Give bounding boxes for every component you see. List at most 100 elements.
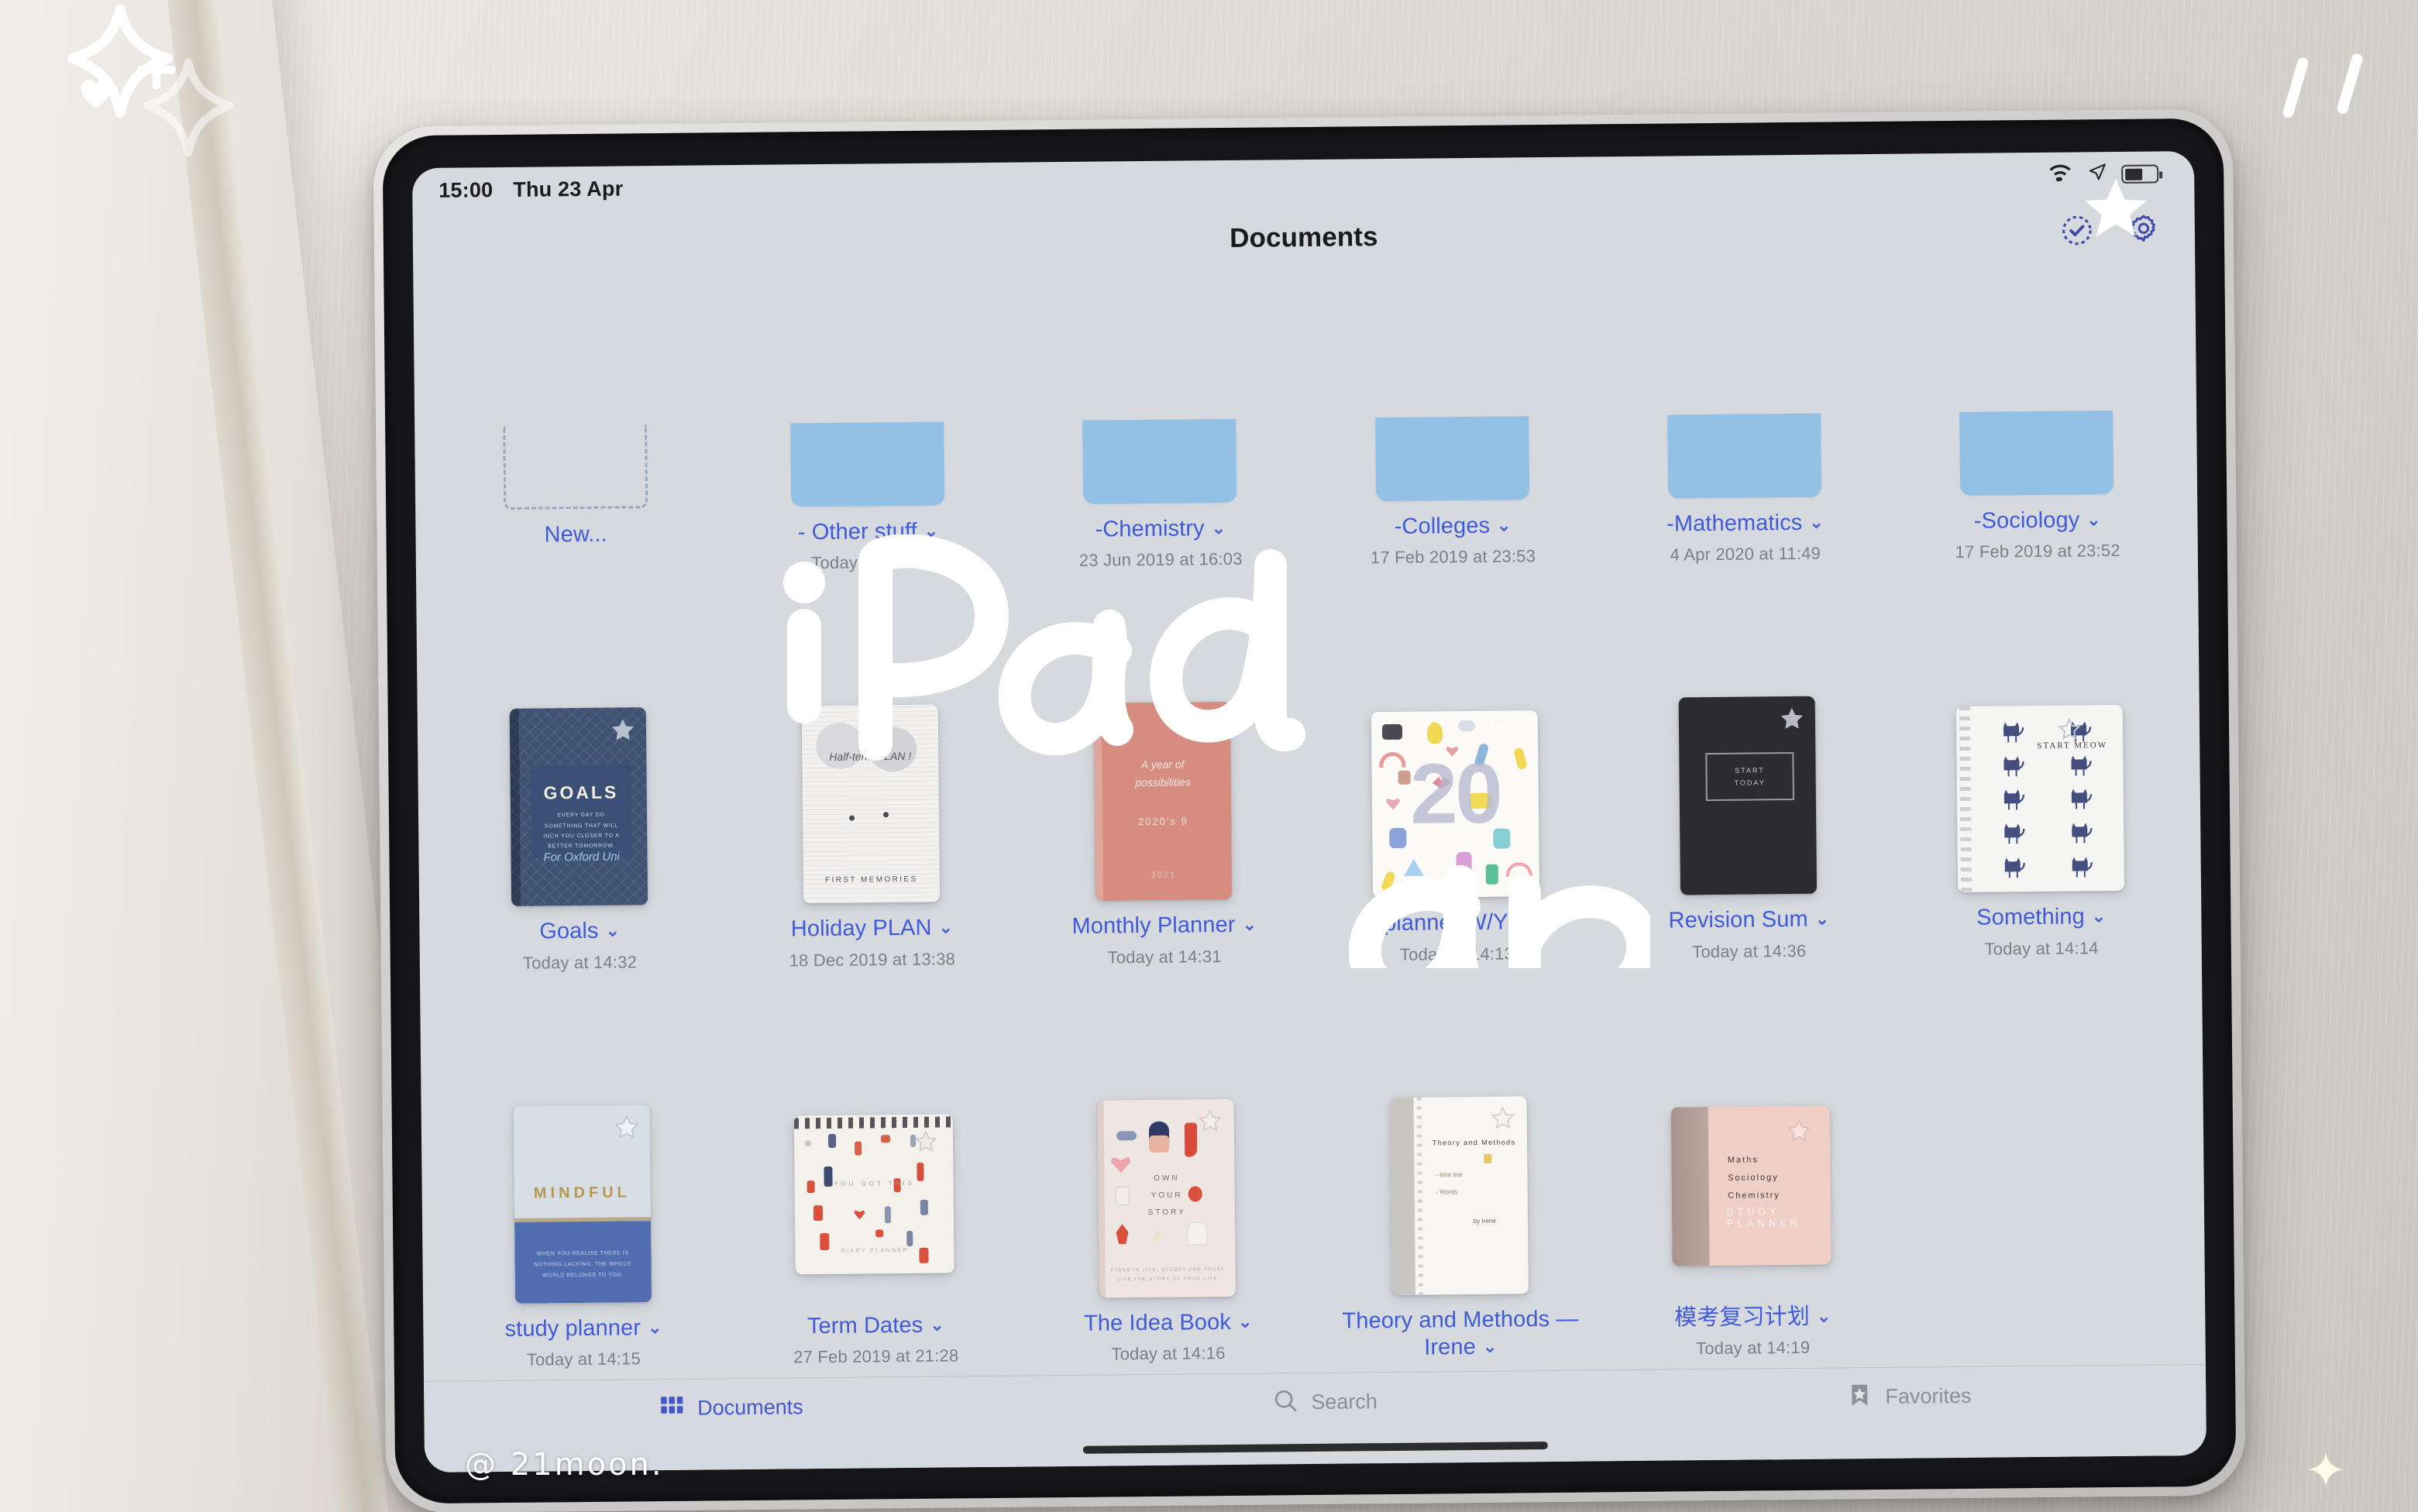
tab-documents[interactable]: Documents [659, 1392, 803, 1424]
favorite-star-outline-icon[interactable] [613, 1114, 639, 1140]
chevron-down-icon[interactable]: ⌄ [2092, 907, 2107, 927]
favorite-star-icon[interactable] [609, 717, 635, 744]
wifi-icon [2047, 162, 2073, 187]
chevron-down-icon[interactable]: ⌄ [1238, 1311, 1253, 1332]
folder-title[interactable]: -Mathematics [1666, 510, 1803, 537]
document-cell-study-planner[interactable]: MINDFUL WHEN YOU REALISE THERE IS NOTHIN… [443, 1007, 721, 1381]
chevron-down-icon[interactable]: ⌄ [605, 921, 620, 941]
folder-icon[interactable] [1082, 418, 1237, 504]
folder-title[interactable]: - Other stuff [798, 519, 917, 545]
document-title[interactable]: Revision Sum [1668, 907, 1807, 933]
document-title[interactable]: Term Dates [807, 1313, 924, 1338]
folder-title[interactable]: -Chemistry [1095, 516, 1204, 541]
document-cell-revision-sum[interactable]: START TODAY Revision Sum ⌄ Today at 14:36 [1609, 599, 1887, 963]
document-thumbnail[interactable]: 20 [1371, 710, 1540, 899]
settings-gear-icon[interactable] [2127, 212, 2161, 246]
document-title[interactable]: Something [1976, 905, 2085, 930]
tab-search-label[interactable]: Search [1311, 1390, 1378, 1414]
document-cell-something[interactable]: START MEOW Something ⌄ Today at 14:14 [1901, 596, 2179, 960]
folder-cell-mathematics[interactable]: -Mathematics ⌄ 4 Apr 2020 at 11:49 [1605, 263, 1883, 566]
document-cell-mock-revision-plan[interactable]: Maths Sociology Chemistry STUDY PLANNER … [1613, 996, 1890, 1381]
document-title[interactable]: The Idea Book [1084, 1310, 1231, 1336]
chevron-down-icon[interactable]: ⌄ [648, 1318, 662, 1338]
document-thumbnail[interactable]: START TODAY [1678, 696, 1818, 895]
document-cell-planner-wy[interactable]: 20 planner W/Y ⌄ Today at 14:13 [1316, 602, 1594, 966]
cover-text: YOUR [1151, 1191, 1183, 1200]
document-title[interactable]: study planner [504, 1315, 641, 1342]
favorite-star-outline-icon[interactable] [2058, 718, 2084, 744]
document-cell-goals[interactable]: GOALS EVERY DAY DO SOMETHING THAT WILL I… [439, 610, 717, 974]
folder-cell-colleges[interactable]: -Colleges ⌄ 17 Feb 2019 at 23:53 [1313, 263, 1591, 569]
chevron-down-icon[interactable]: ⌄ [1497, 515, 1512, 535]
favorite-star-icon[interactable] [1194, 711, 1220, 737]
document-thumbnail[interactable]: Half-term PLAN ! FIRST MEMORIES [801, 704, 941, 904]
folder-icon[interactable] [790, 421, 945, 507]
new-document-cell[interactable]: New... [436, 263, 714, 577]
favorite-star-icon[interactable] [1779, 706, 1805, 732]
document-thumbnail[interactable]: A year of possibilities 2020's 9 2021 [1093, 702, 1233, 902]
document-cell-theory-methods[interactable]: Theory and Methods - time line - Words b… [1320, 998, 1598, 1381]
folder-icon[interactable] [1959, 411, 2114, 496]
favorite-star-outline-icon[interactable] [914, 1129, 941, 1156]
document-cell-term-dates[interactable]: YOU GOT THIS DIARY PLANNER Term Dates ⌄ 2… [736, 1004, 1013, 1381]
doc-date: Today at 14:16 [1111, 1343, 1226, 1364]
document-thumbnail[interactable]: YOU GOT THIS DIARY PLANNER [794, 1114, 955, 1275]
folder-icon[interactable] [1667, 413, 1822, 499]
select-circle-icon[interactable] [2060, 213, 2094, 247]
document-title[interactable]: Goals [539, 919, 599, 944]
chevron-down-icon[interactable]: ⌄ [938, 918, 953, 938]
folder-cell-other-stuff[interactable]: - Other stuff ⌄ Today at 14:20 [728, 263, 1006, 575]
document-thumbnail[interactable]: OWN YOUR STORY STAND IS LIVE, ACCEPT AND… [1097, 1098, 1237, 1298]
chevron-down-icon[interactable]: ⌄ [930, 1314, 944, 1335]
chevron-down-icon[interactable]: ⌄ [1515, 912, 1530, 933]
document-thumbnail[interactable]: START MEOW [1955, 705, 2124, 893]
home-indicator[interactable] [1082, 1442, 1548, 1454]
doc-date: Today at 14:20 [811, 552, 926, 573]
folder-title[interactable]: -Sociology [1974, 507, 2080, 533]
cover-text: 2020's 9 [1138, 815, 1188, 828]
ipad-bezel: 15:00 Thu 23 Apr Documents New... - Othe… [382, 118, 2237, 1504]
tab-documents-label[interactable]: Documents [697, 1395, 803, 1420]
cover-footer-text: DIARY PLANNER [841, 1247, 910, 1254]
document-cell-monthly-planner[interactable]: A year of possibilities 2020's 9 2021 Mo… [1024, 605, 1302, 969]
document-thumbnail[interactable]: Theory and Methods - time line - Words b… [1390, 1096, 1529, 1295]
chevron-down-icon[interactable]: ⌄ [924, 521, 939, 541]
new-document-placeholder[interactable] [502, 424, 648, 510]
chevron-down-icon[interactable]: ⌄ [1212, 518, 1226, 538]
folder-cell-sociology[interactable]: -Sociology ⌄ 17 Feb 2019 at 23:52 [1897, 263, 2175, 563]
cover-handwriting: Maths Sociology Chemistry [1728, 1151, 1780, 1205]
chevron-down-icon[interactable]: ⌄ [1242, 915, 1257, 935]
ipad-screen: 15:00 Thu 23 Apr Documents New... - Othe… [411, 150, 2207, 1473]
tab-search[interactable]: Search [1272, 1387, 1378, 1418]
cover-handwriting: Theory and Methods [1432, 1138, 1516, 1147]
cover-text: GOALS [543, 782, 619, 803]
folder-icon[interactable] [1374, 416, 1529, 502]
favorite-star-outline-icon[interactable] [1198, 1108, 1224, 1135]
document-title[interactable]: planner W/Y [1384, 910, 1508, 936]
battery-icon [2121, 164, 2159, 184]
chevron-down-icon[interactable]: ⌄ [2086, 510, 2101, 530]
folder-cell-chemistry[interactable]: -Chemistry ⌄ 23 Jun 2019 at 16:03 [1020, 263, 1298, 572]
document-thumbnail[interactable]: GOALS EVERY DAY DO SOMETHING THAT WILL I… [509, 707, 648, 907]
document-cell-the-idea-book[interactable]: OWN YOUR STORY STAND IS LIVE, ACCEPT AND… [1028, 1002, 1305, 1381]
document-title[interactable]: Holiday PLAN [791, 916, 932, 942]
cover-footer-text: LIVE THE STORY OF YOUR LIFE [1117, 1276, 1218, 1283]
chevron-down-icon[interactable]: ⌄ [1817, 1306, 1832, 1326]
favorite-star-outline-icon[interactable] [1787, 1119, 1813, 1145]
document-cell-holiday-plan[interactable]: Half-term PLAN ! FIRST MEMORIES Holiday … [732, 607, 1010, 971]
document-thumbnail[interactable]: MINDFUL WHEN YOU REALISE THERE IS NOTHIN… [513, 1104, 652, 1304]
tab-favorites[interactable]: Favorites [1846, 1381, 1972, 1413]
document-title[interactable]: Monthly Planner [1071, 912, 1235, 939]
tab-favorites-label[interactable]: Favorites [1885, 1384, 1971, 1409]
new-document-label[interactable]: New... [544, 522, 607, 548]
doc-date: 18 Dec 2019 at 13:38 [789, 949, 956, 971]
chevron-down-icon[interactable]: ⌄ [1815, 909, 1830, 930]
folder-title[interactable]: -Colleges [1395, 514, 1491, 539]
cover-text: STUDY PLANNER [1726, 1204, 1802, 1229]
chevron-down-icon[interactable]: ⌄ [1483, 1337, 1498, 1357]
document-title[interactable]: Theory and Methods — Irene [1342, 1306, 1578, 1359]
document-title[interactable]: 模考复习计划 [1674, 1304, 1810, 1331]
favorite-star-outline-icon[interactable] [1490, 1105, 1516, 1132]
chevron-down-icon[interactable]: ⌄ [1809, 513, 1824, 533]
document-thumbnail[interactable]: Maths Sociology Chemistry STUDY PLANNER [1671, 1105, 1832, 1266]
